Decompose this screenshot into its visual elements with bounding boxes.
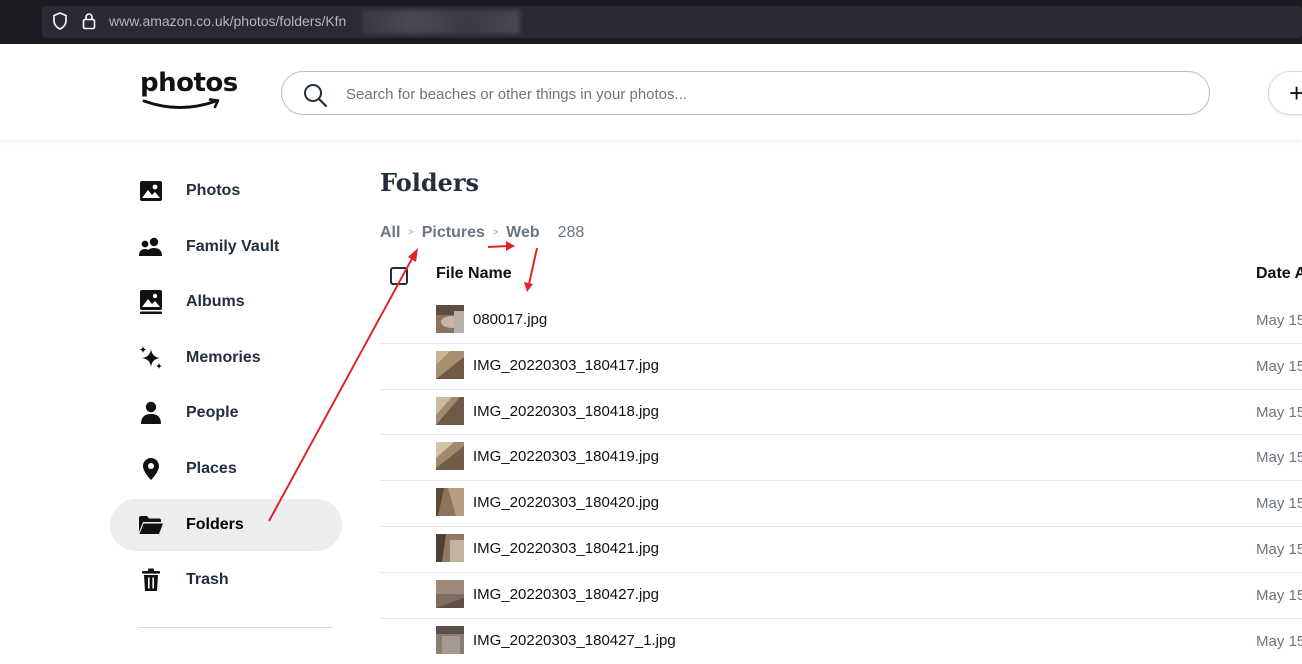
file-date: May 15 (1256, 495, 1302, 513)
table-row[interactable]: IMG_20220303_180420.jpg May 15 (380, 481, 1302, 527)
file-date: May 15 (1256, 403, 1302, 421)
table-row[interactable]: IMG_20220303_180427_1.jpg May 15 (380, 619, 1302, 664)
file-name: IMG_20220303_180417.jpg (473, 356, 659, 374)
annotation-arrow-pictures-to-web (487, 241, 515, 251)
url-path: /photos/folders/Kfn (229, 13, 347, 29)
image-icon (138, 178, 164, 204)
search-bar[interactable] (281, 71, 1210, 115)
add-button[interactable]: + (1268, 71, 1302, 115)
photos-logo[interactable]: photos (140, 68, 238, 118)
file-name: IMG_20220303_180419.jpg (473, 448, 659, 466)
file-name: IMG_20220303_180420.jpg (473, 494, 659, 512)
file-date: May 15 (1256, 632, 1302, 650)
trash-icon (138, 567, 164, 593)
file-date: May 15 (1256, 586, 1302, 604)
sidebar-item-trash[interactable]: Trash (110, 554, 342, 606)
location-pin-icon (138, 456, 164, 482)
photo-thumbnail[interactable] (436, 396, 464, 425)
sidebar-item-albums[interactable]: Albums (110, 276, 342, 328)
file-date: May 15 (1256, 540, 1302, 558)
sidebar-item-label: People (186, 404, 239, 422)
sidebar-item-label: Memories (186, 348, 261, 366)
search-icon (304, 84, 328, 108)
page-title: Folders (380, 168, 480, 197)
table-row[interactable]: IMG_20220303_180417.jpg May 15 (380, 344, 1302, 390)
albums-icon (138, 289, 164, 315)
url-text[interactable]: www.amazon.co.uk/photos/folders/Kfn (109, 13, 346, 29)
select-all-checkbox[interactable] (390, 267, 408, 285)
file-name: IMG_20220303_180427_1.jpg (473, 631, 676, 649)
sidebar-item-label: Trash (186, 571, 229, 589)
sidebar-item-folders[interactable]: Folders (110, 498, 342, 551)
table-row[interactable]: IMG_20220303_180418.jpg May 15 (380, 390, 1302, 436)
sidebar-item-label: Photos (186, 182, 241, 199)
file-name: 080017.jpg (473, 311, 548, 328)
browser-url-bar: www.amazon.co.uk/photos/folders/Kfn (0, 0, 1302, 44)
breadcrumb-pictures[interactable]: Pictures (422, 224, 485, 242)
sidebar-item-label: Albums (186, 293, 245, 311)
breadcrumb-all[interactable]: All (380, 224, 400, 242)
smile-arrow-icon (142, 98, 220, 109)
breadcrumb-separator: > (408, 227, 414, 237)
lock-icon[interactable] (82, 12, 96, 30)
item-count: 288 (557, 224, 585, 241)
photo-thumbnail[interactable] (436, 533, 464, 562)
app-header: photos + (0, 44, 1302, 140)
file-table: File Name Date A 080017.jpg May 15 IMG_2… (380, 258, 1302, 664)
sidebar-item-label: Places (186, 459, 237, 477)
column-header-date[interactable]: Date A (1256, 265, 1302, 283)
file-date: May 15 (1256, 449, 1302, 467)
photo-thumbnail[interactable] (436, 350, 464, 379)
people-group-icon (138, 234, 164, 260)
photo-thumbnail[interactable] (436, 488, 464, 517)
sidebar-item-label: Family Vault (186, 237, 280, 255)
photo-thumbnail[interactable] (436, 625, 464, 654)
table-row[interactable]: 080017.jpg May 15 (380, 298, 1302, 344)
file-name: IMG_20220303_180427.jpg (473, 585, 659, 603)
sidebar-divider (138, 627, 332, 628)
breadcrumb: All > Pictures > Web 288 (380, 224, 584, 242)
shield-icon[interactable] (52, 12, 68, 30)
table-row[interactable]: IMG_20220303_180421.jpg May 15 (380, 527, 1302, 573)
sidebar-item-places[interactable]: Places (110, 443, 342, 495)
file-date: May 15 (1256, 357, 1302, 375)
photo-thumbnail[interactable] (436, 305, 464, 333)
sidebar-item-family-vault[interactable]: Family Vault (110, 221, 342, 273)
table-row[interactable]: IMG_20220303_180419.jpg May 15 (380, 435, 1302, 482)
file-date: May 15 (1256, 312, 1302, 329)
sidebar-nav: Photos Family Vault Albums Memories Peop… (110, 165, 342, 610)
folder-icon (138, 512, 164, 538)
sidebar-item-photos[interactable]: Photos (110, 165, 342, 217)
table-row[interactable]: IMG_20220303_180427.jpg May 15 (380, 573, 1302, 619)
sidebar-item-people[interactable]: People (110, 387, 342, 439)
file-name: IMG_20220303_180421.jpg (473, 539, 659, 557)
sidebar-item-label: Folders (186, 515, 244, 533)
redacted-url-segment (362, 10, 520, 34)
person-icon (138, 400, 164, 426)
column-header-file-name[interactable]: File Name (436, 265, 512, 283)
table-header: File Name Date A (380, 258, 1302, 298)
file-name: IMG_20220303_180418.jpg (473, 402, 659, 420)
breadcrumb-web[interactable]: Web (506, 224, 539, 242)
sparkle-icon (138, 345, 164, 371)
sidebar-item-memories[interactable]: Memories (110, 332, 342, 384)
breadcrumb-separator: > (492, 227, 499, 237)
photo-thumbnail[interactable] (436, 579, 464, 608)
url-host: www.amazon.co.uk (109, 13, 230, 29)
logo-wordmark: photos (140, 68, 238, 98)
search-input[interactable] (346, 82, 1186, 106)
plus-icon: + (1289, 78, 1302, 108)
photo-thumbnail[interactable] (436, 442, 464, 471)
